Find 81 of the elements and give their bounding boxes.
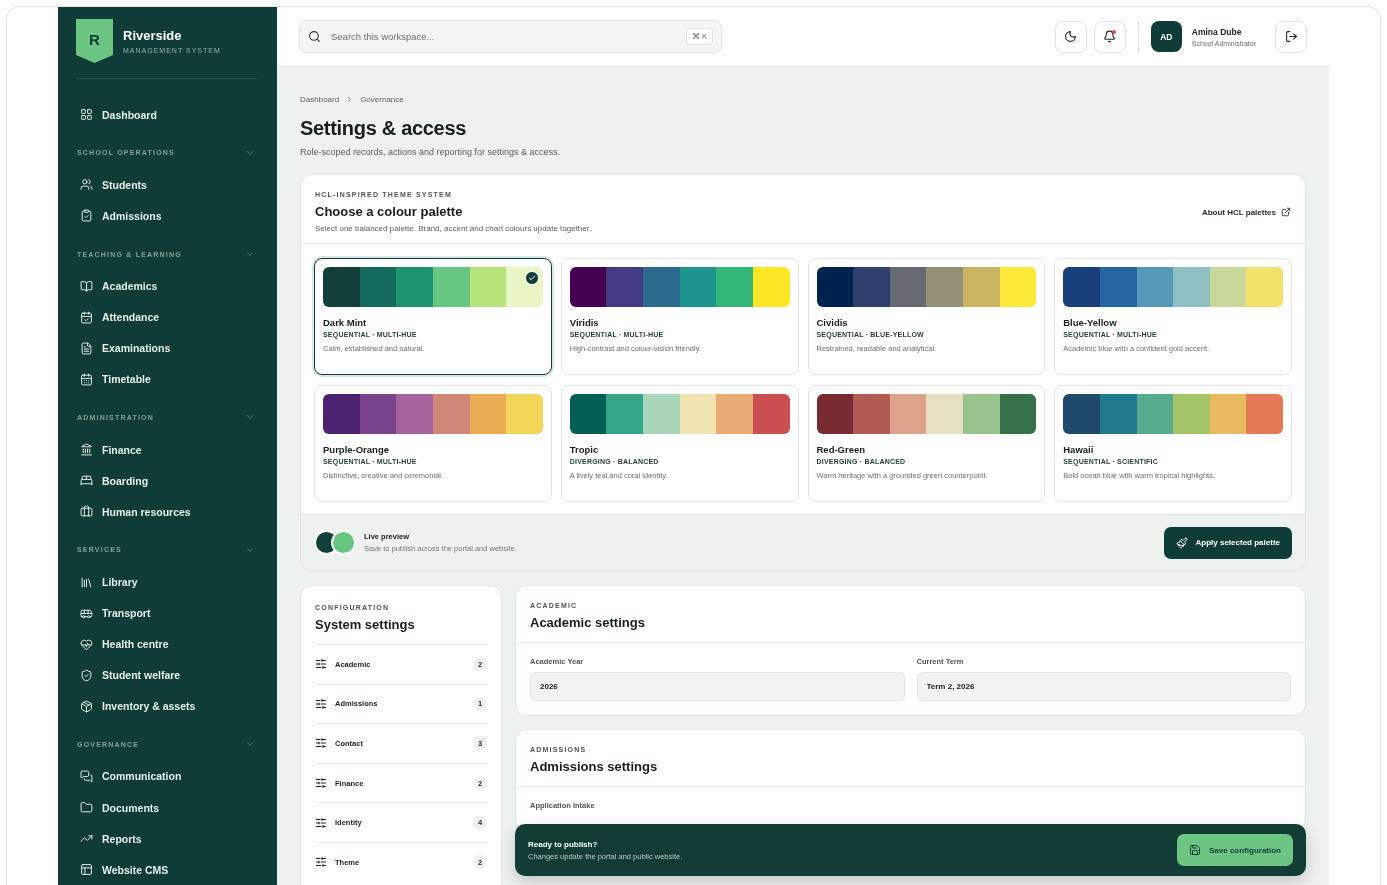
sidebar-item[interactable]: Finance [76,434,259,466]
books-icon [80,575,93,589]
external-link-icon [1281,207,1291,217]
briefcase-icon [80,505,93,519]
book-icon [80,279,93,293]
sidebar-item[interactable]: Examinations [76,332,259,364]
brand-name: Riverside [123,28,183,43]
box-icon [80,699,93,713]
bell-icon [1103,30,1117,43]
panel-title: Choose a colour palette [315,204,464,219]
layout-icon [80,863,93,877]
save-button[interactable]: Save configuration [1177,834,1293,866]
palette-name: Cividis [816,317,849,328]
save-icon [1189,844,1201,856]
calendar-icon [80,310,93,324]
sidebar-item[interactable]: Student welfare [76,659,259,691]
palette-name: Viridis [569,317,600,328]
logout-icon [1284,30,1298,43]
sidebar-item[interactable]: Human resources [76,496,259,528]
logo: R [76,19,113,63]
panel-title: System settings [315,617,416,632]
user-name: Amina Dube [1191,26,1243,37]
publish-title: Ready to publish? [528,839,599,849]
logout-button[interactable] [1275,20,1307,53]
preview-swatches [314,530,356,555]
bed-icon [80,474,93,488]
page-title: Settings & access [300,117,468,140]
sidebar-item[interactable]: Documents [76,792,259,823]
sliders-icon [315,856,327,869]
card-title: Academic settings [530,615,646,630]
palette-name: Red-Green [816,444,867,455]
theme-toggle-button[interactable] [1054,20,1087,53]
bank-icon [80,443,93,457]
sidebar-item[interactable]: Admissions [76,200,259,232]
avatar[interactable]: AD [1150,21,1182,52]
shield-icon [80,668,93,682]
chat-icon [80,769,93,783]
sidebar-item[interactable]: Academics [76,270,259,302]
search-icon [308,30,321,43]
sidebar-item[interactable]: Transport [76,597,259,629]
palette-name: Tropic [569,444,600,455]
card-title: Admissions settings [530,759,659,774]
users-icon [80,178,93,192]
sidebar-item[interactable]: Library [76,566,259,598]
sidebar-item[interactable]: Website CMS [76,854,259,885]
palette-name: Hawaii [1063,444,1095,455]
notifications-button[interactable] [1093,20,1126,53]
calendar-icon [80,372,93,386]
breadcrumb-link[interactable]: Dashboard [300,95,340,104]
paintbrush-icon [1175,536,1188,549]
sidebar-item[interactable]: Reports [76,823,259,855]
clipboard-icon [80,209,93,223]
sidebar-item[interactable]: Inventory & assets [76,690,259,722]
sidebar-item[interactable]: Boarding [76,465,259,497]
search-input[interactable]: Search this workspace... [329,30,678,43]
sliders-icon [315,777,327,790]
breadcrumb-link[interactable]: Governance [360,95,404,104]
sidebar-item[interactable]: Attendance [76,301,259,333]
palette-name: Blue-Yellow [1063,317,1118,328]
sidebar-item[interactable]: Dashboard [76,99,259,131]
palette-name: Dark Mint [323,317,368,328]
sliders-icon [315,816,327,829]
sidebar-item[interactable]: Students [76,169,259,201]
moon-icon [1064,30,1078,43]
grid-icon [80,108,93,121]
apply-palette-button[interactable]: Apply selected palette [1163,526,1292,559]
about-link[interactable]: About HCL palettes [1201,207,1291,217]
page-subtitle: Role-scoped records, actions and reporting for settings & access. [300,147,562,157]
palette-name: Purple-Orange [323,444,390,455]
sliders-icon [315,697,327,710]
folder-icon [80,801,93,814]
document-icon [80,341,93,355]
panel-description: Select one balanced palette. Brand, accent and chart colours update together. [315,224,592,233]
sidebar-item[interactable]: Health centre [76,628,259,660]
sidebar-item[interactable]: Communication [76,760,259,792]
sidebar-item[interactable]: Timetable [76,363,259,395]
sliders-icon [315,737,327,750]
input-field[interactable]: Term 2, 2026 [916,672,1291,701]
sliders-icon [315,658,327,671]
heart-pulse-icon [80,637,93,651]
input-field[interactable]: 2026 [530,672,905,701]
